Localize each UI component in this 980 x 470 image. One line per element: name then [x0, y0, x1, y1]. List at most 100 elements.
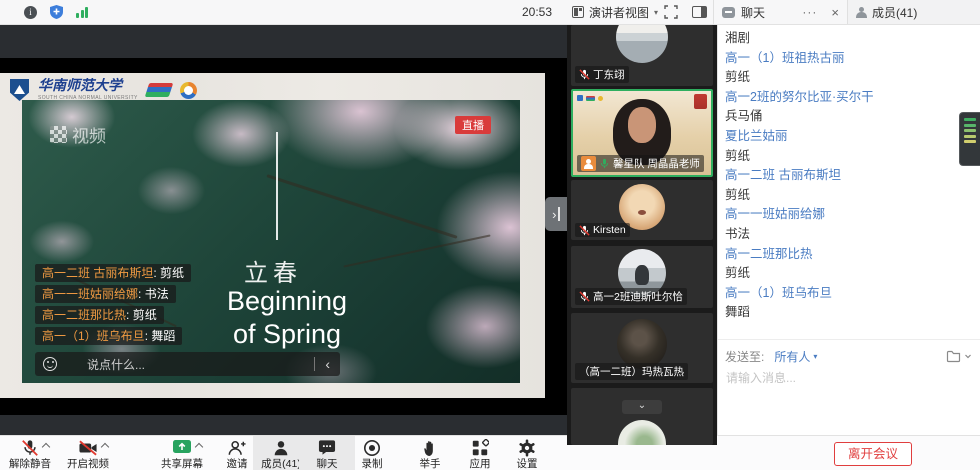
camera-off-icon [78, 439, 98, 457]
top-bar: i 20:53 演讲者视图 ▾ 聊天 ··· × 成员(41) [0, 0, 980, 25]
mic-muted-icon [21, 439, 39, 457]
mic-muted-icon [579, 225, 590, 236]
members-panel-header[interactable]: 成员(41) [847, 0, 980, 24]
chat-message-list[interactable]: 湘剧 高一（1）班祖热古丽 剪纸 高一2班的努尔比亚·买尔干 兵马俑 夏比兰姑丽… [725, 29, 974, 323]
mic-muted-icon [579, 291, 590, 302]
members-icon [272, 439, 290, 457]
chevron-right-icon: › [552, 208, 556, 221]
participant-name: （高一二班）玛热瓦热 [579, 364, 684, 379]
host-badge-icon [581, 156, 596, 171]
chat-sender: 高一2班的努尔比亚·买尔干 [725, 88, 974, 108]
chevron-up-icon[interactable] [43, 442, 50, 449]
video-title-en: Beginning of Spring [187, 285, 387, 351]
share-screen-button[interactable]: 共享屏幕 [154, 436, 210, 470]
chat-sender: 高一（1）班祖热古丽 [725, 49, 974, 69]
participant-strip: 丁东翊 馨星队 周晶晶老师 Kirsten 高一2班迪斯吐尔恰 （高一二班）玛热… [567, 25, 717, 445]
blossom-branch [266, 174, 457, 239]
university-crest-logo [10, 79, 29, 101]
seal-stamp [694, 94, 707, 109]
chat-input[interactable]: 请输入消息... [726, 369, 796, 386]
chat-panel-title: 聊天 [741, 4, 765, 21]
participant-tile[interactable]: （高一二班）玛热瓦热 [571, 313, 713, 383]
raise-hand-button[interactable]: 举手 [402, 436, 458, 470]
overlay-comment: 高一一班姑丽给娜书法 [35, 285, 176, 303]
virtual-bg-logos [577, 95, 603, 101]
stage-top-band [0, 25, 567, 58]
share-screen-icon [172, 439, 192, 456]
overlay-input-placeholder: 说点什么... [87, 356, 145, 373]
ring-logo [180, 82, 197, 99]
chat-message: 湘剧 [725, 29, 974, 49]
live-badge: 直播 [455, 116, 491, 134]
send-to-select[interactable]: 所有人 [774, 348, 810, 365]
attach-file-button[interactable] [946, 349, 972, 363]
strip-expand-handle[interactable]: › [545, 197, 567, 231]
chat-message: 剪纸 [725, 186, 974, 206]
mic-active-icon [599, 158, 610, 169]
avatar [616, 25, 668, 63]
participant-tile[interactable]: 丁东翊 [571, 25, 713, 86]
video-watermark: 视频 [50, 122, 106, 147]
record-icon [363, 439, 381, 457]
side-panel-toggle-icon[interactable] [692, 6, 707, 18]
chat-panel-header: 聊天 ··· × [713, 0, 847, 24]
invite-icon [227, 439, 247, 457]
chat-close-icon[interactable]: × [831, 5, 839, 20]
participant-tile-partial[interactable]: ⌄ [571, 388, 713, 445]
settings-gear-icon [518, 439, 536, 457]
chat-message: 舞蹈 [725, 303, 974, 323]
shared-screen: 华南师范大学 SOUTH CHINA NORMAL UNIVERSITY 视频 … [0, 73, 545, 398]
chat-sender: 夏比兰姑丽 [725, 127, 974, 147]
start-video-button[interactable]: 开启视频 [60, 436, 116, 470]
participant-name: 高一2班迪斯吐尔恰 [593, 289, 683, 304]
security-shield-icon[interactable] [50, 5, 63, 19]
chat-sender: 高一一班姑丽给娜 [725, 205, 974, 225]
participant-name: 馨星队 周晶晶老师 [613, 156, 700, 171]
flag-logo [144, 83, 173, 97]
chat-message: 剪纸 [725, 264, 974, 284]
file-icon [946, 349, 962, 363]
members-icon [856, 7, 867, 18]
leave-meeting-button[interactable]: 离开会议 [834, 442, 912, 466]
layout-icon [572, 6, 584, 18]
stage-bottom-band [0, 415, 567, 435]
settings-button[interactable]: 设置 [499, 436, 555, 470]
chevron-up-icon[interactable] [196, 442, 203, 449]
strip-collapse-button[interactable]: ⌄ [622, 400, 662, 414]
divider [718, 339, 980, 340]
meeting-info-icon[interactable]: i [24, 6, 37, 19]
emoji-icon[interactable] [43, 357, 57, 371]
view-mode-label: 演讲者视图 [589, 4, 649, 21]
active-speaker-tile[interactable]: 馨星队 周晶晶老师 [571, 89, 713, 177]
participant-tile[interactable]: Kirsten [571, 180, 713, 240]
unmute-button[interactable]: 解除静音 [2, 436, 58, 470]
watermark-logo-icon [50, 126, 67, 143]
fullscreen-button[interactable] [664, 5, 678, 19]
volume-indicator-widget[interactable] [959, 112, 980, 166]
chevron-down-icon[interactable]: ▾ [813, 352, 817, 361]
overlay-collapse-icon[interactable]: ‹ [315, 353, 332, 375]
handle-bar [558, 207, 560, 221]
chevron-up-icon[interactable] [102, 442, 109, 449]
chat-message: 兵马俑 [725, 107, 974, 127]
send-to-label: 发送至: [725, 348, 764, 365]
raise-hand-icon [422, 439, 439, 457]
avatar [618, 420, 666, 445]
chat-sender: 高一（1）班乌布旦 [725, 284, 974, 304]
decorative-line [276, 132, 278, 240]
speaker-face [628, 107, 656, 143]
record-button[interactable]: 录制 [344, 436, 400, 470]
chat-message: 剪纸 [725, 68, 974, 88]
chat-more-button[interactable]: ··· [802, 5, 817, 19]
spring-video-player[interactable]: 视频 直播 立春 Beginning of Spring 高一二班 古丽布斯坦剪… [22, 100, 520, 383]
overlay-comment: 高一（1）班乌布旦舞蹈 [35, 327, 182, 345]
overlay-comment: 高一二班那比热剪纸 [35, 306, 164, 324]
network-signal-icon[interactable] [76, 6, 88, 18]
participant-tile[interactable]: 高一2班迪斯吐尔恰 [571, 246, 713, 308]
main-stage: 华南师范大学 SOUTH CHINA NORMAL UNIVERSITY 视频 … [0, 25, 567, 435]
participant-name: 丁东翊 [593, 67, 625, 82]
bottom-toolbar: 解除静音 开启视频 共享屏幕 邀请 成员(41) 聊天 [0, 435, 980, 470]
video-comment-overlay: 高一二班 古丽布斯坦剪纸 高一一班姑丽给娜书法 高一二班那比热剪纸 高一（1）班… [35, 264, 191, 345]
view-mode-switcher[interactable]: 演讲者视图 ▾ [572, 0, 658, 24]
overlay-comment-input[interactable]: 说点什么... ‹ [35, 352, 340, 376]
